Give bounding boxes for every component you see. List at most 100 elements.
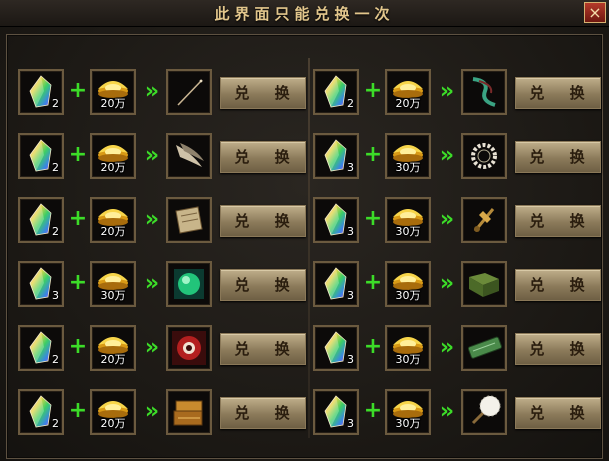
exchange-row: 2 + 20万 » 兑 换 [18,133,308,183]
gem-slot[interactable]: 2 [18,133,64,179]
plus-sign: + [68,334,88,359]
gem-slot[interactable]: 3 [18,261,64,307]
gold-amount: 20万 [395,97,421,110]
gem-quantity: 3 [347,161,354,174]
gem-quantity: 2 [52,225,59,238]
gem-slot[interactable]: 3 [313,325,359,371]
column-divider [308,58,310,438]
double-arrow-icon: » [144,399,160,424]
gem-quantity: 3 [347,225,354,238]
plus-sign: + [363,334,383,359]
double-arrow-icon: » [144,207,160,232]
gem-slot[interactable]: 3 [313,197,359,243]
gem-slot[interactable]: 2 [18,389,64,435]
exchange-button[interactable]: 兑 换 [515,333,601,365]
exchange-button[interactable]: 兑 换 [515,397,601,429]
gold-slot[interactable]: 30万 [385,261,431,307]
exchange-row: 2 + 20万 » 兑 换 [18,69,308,119]
gem-slot[interactable]: 2 [18,325,64,371]
exchange-row: 3 + 30万 » 兑 换 [313,389,603,439]
gold-amount: 30万 [100,289,126,302]
gold-slot[interactable]: 20万 [90,389,136,435]
exchange-row: 2 + 20万 » 兑 换 [18,389,308,439]
gold-slot[interactable]: 20万 [90,325,136,371]
reward-slot[interactable] [166,325,212,371]
reward-slot[interactable] [461,261,507,307]
gold-slot[interactable]: 20万 [90,133,136,179]
close-button[interactable]: × [584,2,606,23]
exchange-button[interactable]: 兑 换 [220,333,306,365]
double-arrow-icon: » [439,335,455,360]
reward-slot[interactable] [461,389,507,435]
gold-slot[interactable]: 30万 [385,197,431,243]
double-arrow-icon: » [439,271,455,296]
exchange-button[interactable]: 兑 换 [515,205,601,237]
exchange-window: 此界面只能兑换一次 × 2 + 20万 » 兑 换 2 + 20万 » 兑 换 … [0,0,609,461]
gold-amount: 20万 [100,161,126,174]
exchange-button[interactable]: 兑 换 [220,205,306,237]
gold-amount: 20万 [100,417,126,430]
gem-slot[interactable]: 3 [313,389,359,435]
gold-slot[interactable]: 20万 [385,69,431,115]
exchange-button[interactable]: 兑 换 [220,397,306,429]
reward-slot[interactable] [166,197,212,243]
plus-sign: + [363,398,383,423]
reward-slot[interactable] [461,133,507,179]
double-arrow-icon: » [144,271,160,296]
double-arrow-icon: » [144,335,160,360]
plus-sign: + [363,206,383,231]
double-arrow-icon: » [144,143,160,168]
gem-quantity: 2 [52,417,59,430]
plus-sign: + [363,270,383,295]
double-arrow-icon: » [439,399,455,424]
exchange-row: 3 + 30万 » 兑 换 [313,197,603,247]
exchange-button[interactable]: 兑 换 [515,77,601,109]
double-arrow-icon: » [439,79,455,104]
plus-sign: + [68,398,88,423]
gold-amount: 20万 [100,225,126,238]
reward-slot[interactable] [461,69,507,115]
exchange-row: 3 + 30万 » 兑 换 [313,261,603,311]
gold-amount: 30万 [395,353,421,366]
gem-slot[interactable]: 2 [18,69,64,115]
exchange-button[interactable]: 兑 换 [515,141,601,173]
exchange-button[interactable]: 兑 换 [220,141,306,173]
reward-slot[interactable] [166,389,212,435]
gem-slot[interactable]: 3 [313,133,359,179]
exchange-row: 3 + 30万 » 兑 换 [18,261,308,311]
gem-slot[interactable]: 3 [313,261,359,307]
reward-slot[interactable] [461,197,507,243]
gem-quantity: 2 [52,353,59,366]
plus-sign: + [363,142,383,167]
plus-sign: + [68,78,88,103]
gold-slot[interactable]: 20万 [90,69,136,115]
reward-slot[interactable] [166,133,212,179]
reward-slot[interactable] [166,69,212,115]
title-bar: 此界面只能兑换一次 × [0,0,609,27]
window-title: 此界面只能兑换一次 [214,5,395,23]
plus-sign: + [68,206,88,231]
reward-slot[interactable] [166,261,212,307]
double-arrow-icon: » [439,143,455,168]
double-arrow-icon: » [439,207,455,232]
exchange-button[interactable]: 兑 换 [220,77,306,109]
gem-quantity: 3 [347,353,354,366]
gem-quantity: 3 [347,417,354,430]
gold-slot[interactable]: 20万 [90,197,136,243]
plus-sign: + [363,78,383,103]
exchange-row: 2 + 20万 » 兑 换 [18,325,308,375]
exchange-button[interactable]: 兑 换 [515,269,601,301]
exchange-button[interactable]: 兑 换 [220,269,306,301]
gem-quantity: 3 [347,289,354,302]
reward-slot[interactable] [461,325,507,371]
gem-slot[interactable]: 2 [313,69,359,115]
exchange-row: 2 + 20万 » 兑 换 [313,69,603,119]
gem-slot[interactable]: 2 [18,197,64,243]
exchange-row: 3 + 30万 » 兑 换 [313,133,603,183]
gem-quantity: 2 [347,97,354,110]
gold-slot[interactable]: 30万 [385,389,431,435]
gold-slot[interactable]: 30万 [90,261,136,307]
gold-slot[interactable]: 30万 [385,325,431,371]
exchange-row: 2 + 20万 » 兑 换 [18,197,308,247]
gold-slot[interactable]: 30万 [385,133,431,179]
